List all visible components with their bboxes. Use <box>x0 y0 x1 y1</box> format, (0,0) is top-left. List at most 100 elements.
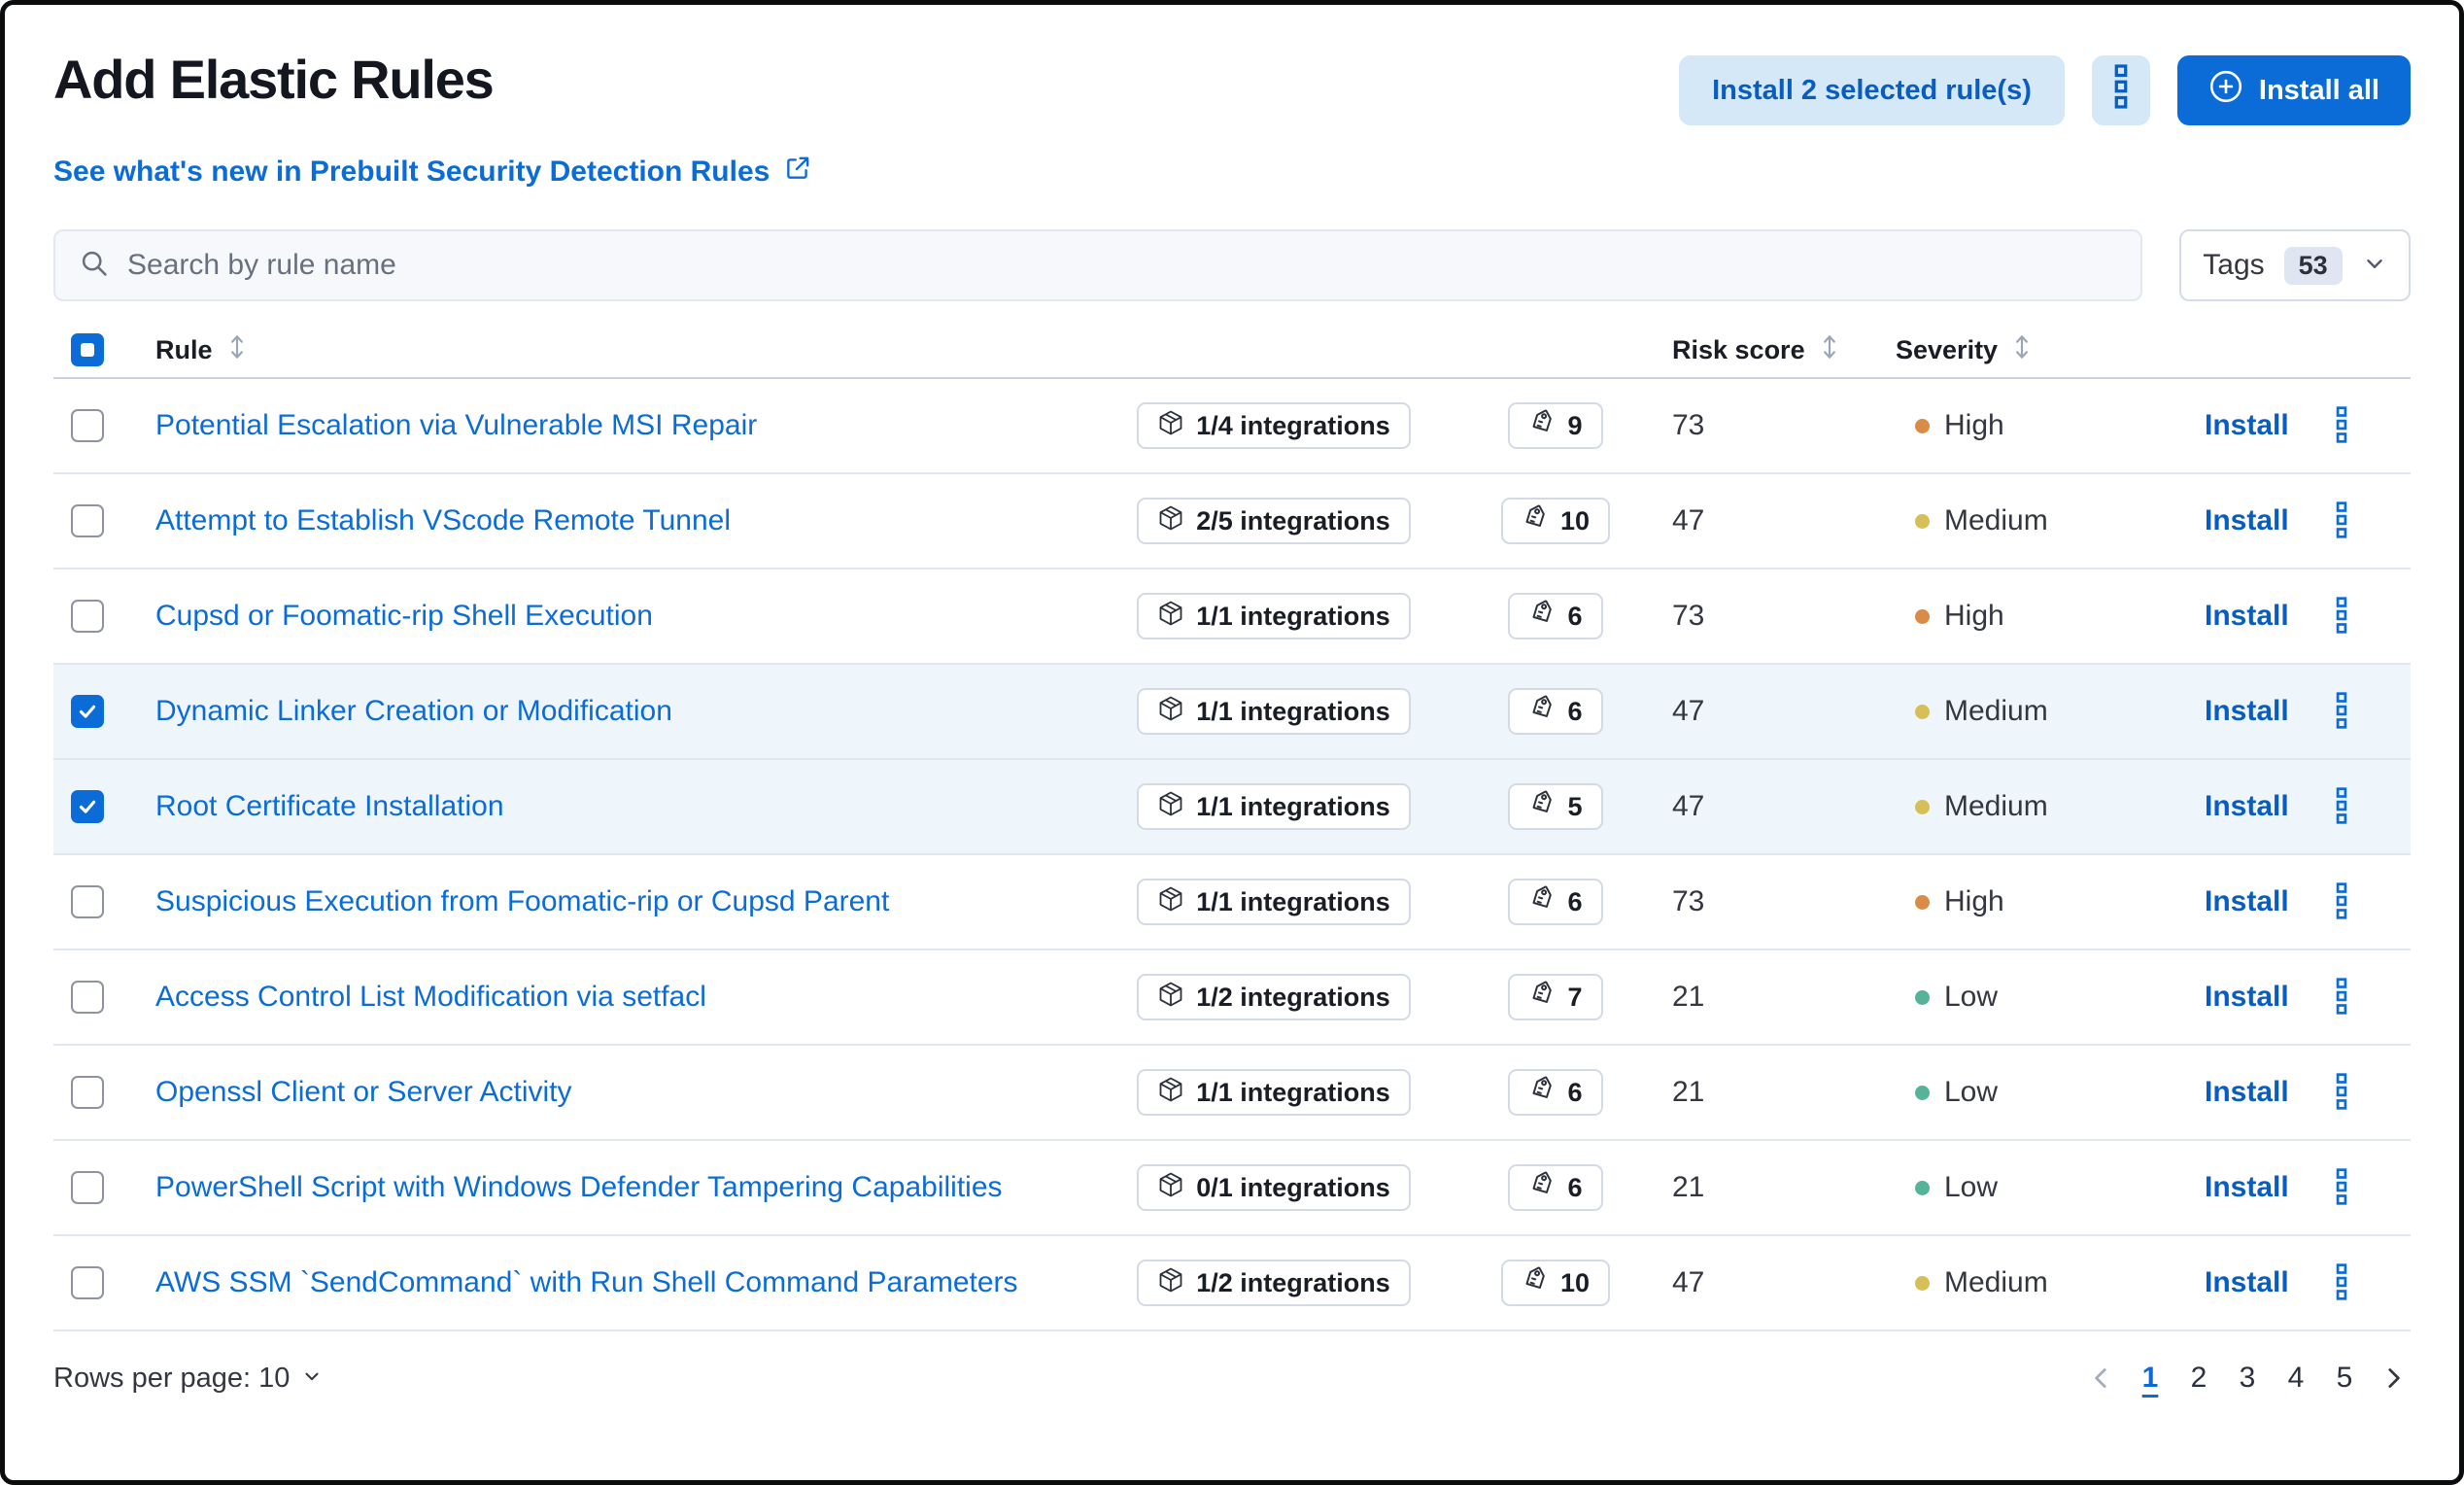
rule-name-link[interactable]: Potential Escalation via Vulnerable MSI … <box>155 409 757 441</box>
install-selected-button[interactable]: Install 2 selected rule(s) <box>1679 55 2065 125</box>
row-actions-button[interactable] <box>2333 406 2350 446</box>
previous-page-button[interactable] <box>2084 1357 2119 1399</box>
row-checkbox[interactable] <box>71 885 104 918</box>
search-input[interactable] <box>127 249 2117 282</box>
tag-icon <box>1528 981 1556 1015</box>
bulk-actions-menu-button[interactable] <box>2092 55 2150 125</box>
row-actions-button[interactable] <box>2333 1168 2350 1208</box>
install-rule-link[interactable]: Install <box>2205 600 2289 633</box>
severity-label: Medium <box>1944 504 2048 537</box>
rule-name-link[interactable]: AWS SSM `SendCommand` with Run Shell Com… <box>155 1266 1018 1298</box>
tag-count-label: 6 <box>1567 887 1582 917</box>
integrations-label: 1/2 integrations <box>1196 1268 1390 1298</box>
whats-new-link[interactable]: See what's new in Prebuilt Security Dete… <box>53 154 812 190</box>
tags-badge[interactable]: 6 <box>1508 1069 1602 1116</box>
rule-name-link[interactable]: Root Certificate Installation <box>155 790 504 822</box>
plus-circle-icon <box>2208 69 2243 112</box>
integrations-badge[interactable]: 1/2 integrations <box>1137 974 1411 1020</box>
row-checkbox[interactable] <box>71 409 104 442</box>
row-checkbox[interactable] <box>71 1076 104 1109</box>
integrations-badge[interactable]: 0/1 integrations <box>1137 1164 1411 1211</box>
tags-badge[interactable]: 6 <box>1508 593 1602 639</box>
select-all-checkbox[interactable] <box>71 333 104 366</box>
row-checkbox[interactable] <box>71 981 104 1014</box>
search-icon <box>79 248 110 284</box>
rows-per-page-label: Rows per page: 10 <box>53 1363 290 1395</box>
package-icon <box>1157 790 1184 824</box>
tags-badge[interactable]: 5 <box>1508 783 1602 830</box>
tags-badge[interactable]: 9 <box>1508 402 1602 449</box>
package-icon <box>1157 695 1184 729</box>
integrations-badge[interactable]: 1/4 integrations <box>1137 402 1411 449</box>
rows-per-page-button[interactable]: Rows per page: 10 <box>53 1363 323 1395</box>
rule-name-link[interactable]: Cupsd or Foomatic-rip Shell Execution <box>155 600 653 632</box>
page-number-2[interactable]: 2 <box>2181 1357 2216 1399</box>
column-header-severity[interactable]: Severity <box>1896 332 2177 368</box>
install-rule-link[interactable]: Install <box>2205 790 2289 823</box>
row-actions-button[interactable] <box>2333 1073 2350 1113</box>
rule-name-link[interactable]: Suspicious Execution from Foomatic-rip o… <box>155 885 889 917</box>
row-checkbox[interactable] <box>71 600 104 633</box>
rule-name-link[interactable]: Access Control List Modification via set… <box>155 981 706 1013</box>
tags-filter-dropdown[interactable]: Tags 53 <box>2179 229 2411 301</box>
row-checkbox[interactable] <box>71 1171 104 1204</box>
page-number-3[interactable]: 3 <box>2230 1357 2265 1399</box>
tags-badge[interactable]: 7 <box>1508 974 1602 1020</box>
integrations-badge[interactable]: 1/1 integrations <box>1137 1069 1411 1116</box>
risk-score-value: 73 <box>1672 409 1896 442</box>
column-header-risk-score[interactable]: Risk score <box>1672 332 1896 368</box>
install-rule-link[interactable]: Install <box>2205 885 2289 918</box>
rule-name-link[interactable]: PowerShell Script with Windows Defender … <box>155 1171 1003 1203</box>
integrations-label: 0/1 integrations <box>1196 1173 1390 1203</box>
install-rule-link[interactable]: Install <box>2205 504 2289 537</box>
integrations-badge[interactable]: 2/5 integrations <box>1137 498 1411 544</box>
header-actions: Install 2 selected rule(s) Install all <box>1679 55 2411 125</box>
integrations-badge[interactable]: 1/1 integrations <box>1137 688 1411 735</box>
rule-name-link[interactable]: Dynamic Linker Creation or Modification <box>155 695 672 727</box>
risk-score-value: 21 <box>1672 1171 1896 1204</box>
install-rule-link[interactable]: Install <box>2205 409 2289 442</box>
rule-name-link[interactable]: Openssl Client or Server Activity <box>155 1076 571 1108</box>
row-actions-button[interactable] <box>2333 882 2350 922</box>
risk-score-value: 47 <box>1672 1266 1896 1299</box>
tags-badge[interactable]: 6 <box>1508 879 1602 925</box>
integrations-badge[interactable]: 1/1 integrations <box>1137 783 1411 830</box>
rule-name-link[interactable]: Attempt to Establish VScode Remote Tunne… <box>155 504 731 536</box>
row-actions-button[interactable] <box>2333 692 2350 732</box>
page-number-5[interactable]: 5 <box>2327 1357 2362 1399</box>
row-actions-button[interactable] <box>2333 501 2350 541</box>
install-rule-link[interactable]: Install <box>2205 1171 2289 1204</box>
integrations-badge[interactable]: 1/2 integrations <box>1137 1260 1411 1306</box>
row-actions-button[interactable] <box>2333 978 2350 1018</box>
install-rule-link[interactable]: Install <box>2205 695 2289 728</box>
install-rule-link[interactable]: Install <box>2205 1076 2289 1109</box>
row-actions-button[interactable] <box>2333 597 2350 637</box>
install-rule-link[interactable]: Install <box>2205 1266 2289 1299</box>
package-icon <box>1157 1076 1184 1110</box>
row-actions-button[interactable] <box>2333 1263 2350 1303</box>
severity-column-label: Severity <box>1896 335 1998 365</box>
severity-dot <box>1915 419 1930 433</box>
column-header-rule[interactable]: Rule <box>120 332 1109 368</box>
severity-label: Low <box>1944 1171 1998 1204</box>
install-rule-link[interactable]: Install <box>2205 981 2289 1014</box>
page-number-4[interactable]: 4 <box>2278 1357 2313 1399</box>
table-row: Access Control List Modification via set… <box>53 950 2411 1046</box>
table-row: Attempt to Establish VScode Remote Tunne… <box>53 474 2411 570</box>
install-all-button[interactable]: Install all <box>2177 55 2411 125</box>
row-checkbox[interactable] <box>71 695 104 728</box>
row-checkbox[interactable] <box>71 790 104 823</box>
boxes-vertical-icon <box>2333 597 2350 637</box>
tags-badge[interactable]: 10 <box>1501 498 1610 544</box>
page-number-1[interactable]: 1 <box>2133 1357 2168 1399</box>
row-actions-button[interactable] <box>2333 787 2350 827</box>
tags-badge[interactable]: 6 <box>1508 688 1602 735</box>
row-checkbox[interactable] <box>71 1266 104 1299</box>
next-page-button[interactable] <box>2376 1357 2411 1399</box>
integrations-label: 1/1 integrations <box>1196 1078 1390 1108</box>
integrations-badge[interactable]: 1/1 integrations <box>1137 879 1411 925</box>
row-checkbox[interactable] <box>71 504 104 537</box>
integrations-badge[interactable]: 1/1 integrations <box>1137 593 1411 639</box>
tags-badge[interactable]: 10 <box>1501 1260 1610 1306</box>
tags-badge[interactable]: 6 <box>1508 1164 1602 1211</box>
